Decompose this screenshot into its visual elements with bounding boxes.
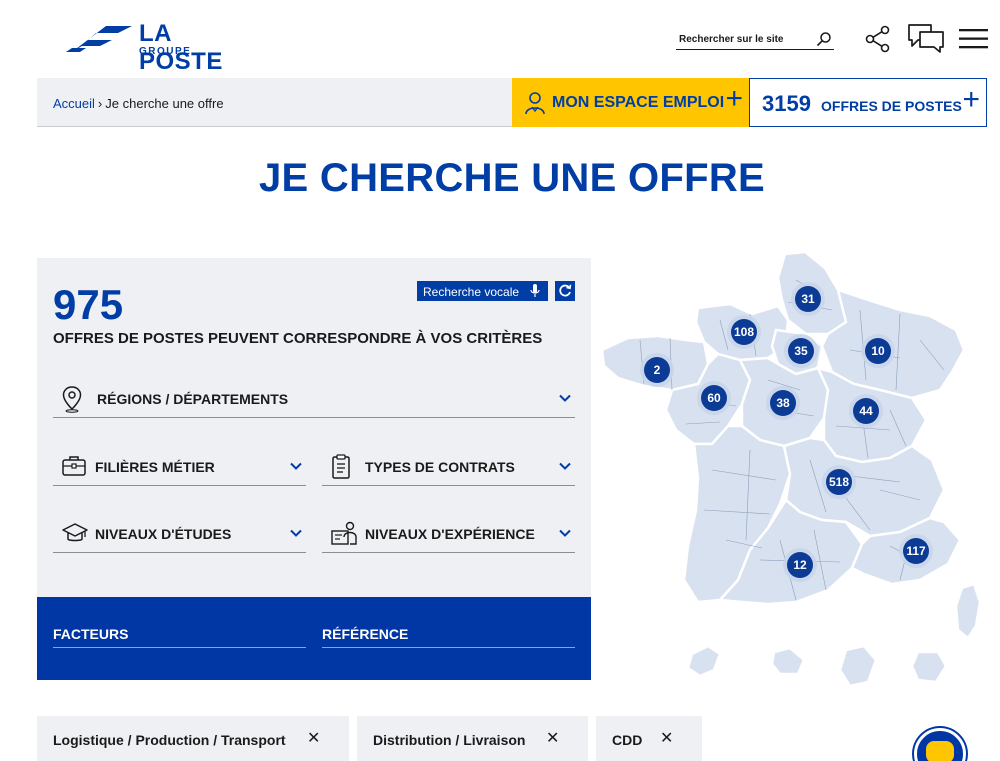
job-cluster-marker[interactable]: 35 — [784, 334, 818, 368]
close-icon[interactable]: ✕ — [307, 728, 320, 748]
mon-espace-emploi-label: MON ESPACE EMPLOI — [552, 94, 725, 111]
breadcrumb-home-link[interactable]: Accueil — [53, 96, 95, 111]
job-cluster-marker[interactable]: 518 — [822, 465, 856, 499]
job-cluster-marker[interactable]: 108 — [727, 315, 761, 349]
chevron-down-icon — [290, 462, 302, 470]
results-subtitle: OFFRES DE POSTES PEUVENT CORRESPONDRE À … — [53, 330, 543, 347]
chatbot-mascot-icon — [926, 741, 954, 761]
cluster-count: 60 — [707, 391, 721, 405]
job-cluster-marker[interactable]: 31 — [791, 282, 825, 316]
offres-count: 3159 — [762, 91, 811, 116]
search-icon[interactable] — [816, 31, 832, 47]
facteurs-field[interactable]: FACTEURS — [53, 622, 306, 648]
reset-button[interactable] — [555, 281, 575, 301]
close-icon[interactable]: ✕ — [546, 728, 559, 748]
contrats-label: TYPES DE CONTRATS — [365, 459, 515, 475]
cluster-count: 108 — [734, 325, 754, 339]
niveaux-d-etudes-dropdown[interactable]: NIVEAUX D'ÉTUDES — [53, 517, 306, 553]
plus-icon: + — [962, 83, 980, 116]
chatbot-button[interactable] — [914, 728, 966, 761]
france-regions — [600, 250, 982, 688]
filieres-metier-dropdown[interactable]: FILIÈRES MÉTIER — [53, 450, 306, 486]
chevron-down-icon — [559, 529, 571, 537]
breadcrumb: Accueil › Je cherche une offre — [53, 96, 224, 111]
regions-departements-dropdown[interactable]: RÉGIONS / DÉPARTEMENTS — [53, 382, 575, 418]
voice-search-button[interactable]: Recherche vocale — [417, 281, 548, 301]
region-guyane[interactable] — [838, 644, 878, 688]
chevron-down-icon — [559, 462, 571, 470]
keyword-search-bar: FACTEURS RÉFÉRENCE — [37, 597, 591, 680]
region-reunion[interactable] — [910, 650, 948, 684]
tag-label: Distribution / Livraison — [373, 732, 526, 748]
job-cluster-marker[interactable]: 12 — [783, 548, 817, 582]
region-guadeloupe[interactable] — [686, 644, 722, 678]
breadcrumb-current: Je cherche une offre — [105, 96, 224, 111]
user-icon — [525, 92, 545, 115]
offres-de-postes-button[interactable]: 3159 OFFRES DE POSTES + — [749, 78, 987, 127]
mon-espace-emploi-button[interactable]: MON ESPACE EMPLOI + — [512, 78, 749, 127]
offres-label: OFFRES DE POSTES — [821, 98, 962, 114]
voice-search-label: Recherche vocale — [423, 285, 520, 299]
active-filter-tag[interactable]: Logistique / Production / Transport ✕ — [37, 716, 349, 761]
region-martinique[interactable] — [770, 646, 806, 676]
job-cluster-marker[interactable]: 44 — [849, 394, 883, 428]
clipboard-icon — [332, 454, 350, 479]
job-cluster-marker[interactable]: 10 — [861, 334, 895, 368]
plus-icon: + — [725, 82, 743, 115]
cluster-count: 31 — [801, 292, 815, 306]
chevron-down-icon — [290, 529, 302, 537]
job-cluster-marker[interactable]: 2 — [640, 353, 674, 387]
france-map[interactable]: 31 108 35 10 2 60 38 44 518 117 12 — [600, 250, 990, 700]
chevron-down-icon — [559, 394, 571, 402]
experience-icon — [331, 521, 357, 545]
niveaux-d-experience-dropdown[interactable]: NIVEAUX D'EXPÉRIENCE — [322, 517, 575, 553]
cluster-count: 2 — [654, 363, 661, 377]
location-pin-icon — [62, 386, 82, 413]
cluster-count: 44 — [859, 404, 873, 418]
page-title: JE CHERCHE UNE OFFRE — [258, 156, 766, 200]
job-cluster-marker[interactable]: 117 — [899, 534, 933, 568]
breadcrumb-separator: › — [97, 96, 103, 111]
share-icon[interactable] — [864, 25, 892, 53]
reference-label: RÉFÉRENCE — [322, 626, 409, 642]
region-corse[interactable] — [954, 582, 982, 640]
cluster-count: 38 — [776, 396, 790, 410]
cluster-count: 518 — [829, 475, 849, 489]
results-count: 975 — [53, 281, 124, 328]
site-search — [676, 30, 834, 50]
la-poste-logo[interactable]: LA POSTE GROUPE — [66, 20, 256, 75]
menu-icon[interactable] — [959, 28, 988, 50]
cluster-count: 35 — [794, 344, 808, 358]
logo-subtext: GROUPE — [139, 46, 192, 57]
graduation-cap-icon — [62, 523, 88, 542]
active-filter-tag[interactable]: CDD ✕ — [596, 716, 702, 761]
regions-label: RÉGIONS / DÉPARTEMENTS — [97, 391, 289, 407]
active-filter-tag[interactable]: Distribution / Livraison ✕ — [357, 716, 588, 761]
job-cluster-marker[interactable]: 60 — [697, 381, 731, 415]
job-cluster-marker[interactable]: 38 — [766, 386, 800, 420]
refresh-icon — [559, 284, 572, 297]
la-poste-bird-icon — [66, 26, 132, 52]
filieres-label: FILIÈRES MÉTIER — [95, 459, 215, 475]
search-input[interactable] — [679, 34, 809, 45]
cluster-count: 10 — [871, 344, 885, 358]
chat-icon[interactable] — [906, 22, 946, 54]
tag-label: Logistique / Production / Transport — [53, 732, 286, 748]
etudes-label: NIVEAUX D'ÉTUDES — [95, 526, 232, 542]
types-de-contrats-dropdown[interactable]: TYPES DE CONTRATS — [322, 450, 575, 486]
experience-label: NIVEAUX D'EXPÉRIENCE — [365, 526, 535, 542]
briefcase-icon — [62, 456, 86, 476]
microphone-icon — [530, 284, 540, 297]
cluster-count: 117 — [906, 544, 926, 558]
reference-field[interactable]: RÉFÉRENCE — [322, 622, 575, 648]
tag-label: CDD — [612, 732, 643, 748]
cluster-count: 12 — [793, 558, 807, 572]
site-header: LA POSTE GROUPE — [0, 0, 1000, 78]
close-icon[interactable]: ✕ — [660, 728, 673, 748]
search-panel: 975 OFFRES DE POSTES PEUVENT CORRESPONDR… — [37, 258, 591, 597]
facteurs-label: FACTEURS — [53, 626, 129, 642]
